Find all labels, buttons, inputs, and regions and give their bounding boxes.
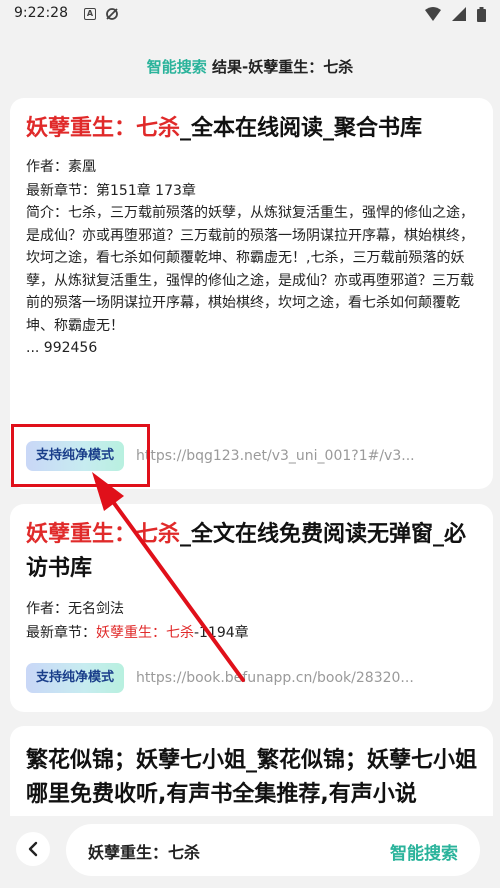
signal-icon (451, 7, 466, 21)
result-author: 作者：素凰 (26, 159, 96, 175)
result-title[interactable]: 繁花似锦；妖孽七小姐_繁花似锦；妖孽七小姐哪里免费收听,有声书全集推荐,有声小说 (26, 744, 477, 812)
title-smart-search: 智能搜索 (146, 58, 207, 76)
wifi-icon (424, 7, 441, 21)
result-latest-chapter: 最新章节：第151章 173章 (26, 183, 196, 199)
search-input[interactable]: 妖孽重生：七杀 智能搜索 (66, 824, 480, 876)
result-url[interactable]: https://bqg123.net/v3_uni_001?1#/v3... (136, 448, 448, 464)
back-button[interactable] (16, 832, 50, 866)
page-title: 智能搜索 结果-妖孽重生：七杀 (0, 56, 500, 77)
result-link-row: 支持纯净模式 https://book.befunapp.cn/book/283… (26, 662, 448, 694)
result-title[interactable]: 妖孽重生：七杀_全文在线免费阅读无弹窗_必访书库 (26, 518, 477, 586)
battery-icon (477, 7, 486, 22)
status-bar: 9:22:28 A (0, 0, 500, 30)
annotation-highlight-box (11, 424, 150, 487)
smart-search-button[interactable]: 智能搜索 (390, 839, 458, 864)
result-author: 作者：无名剑法 (26, 601, 124, 617)
result-title[interactable]: 妖孽重生：七杀_全本在线阅读_聚合书库 (26, 112, 477, 146)
result-url[interactable]: https://book.befunapp.cn/book/28320... (136, 670, 448, 686)
bottom-search-bar: 妖孽重生：七杀 智能搜索 (0, 816, 500, 888)
status-time: 9:22:28 (14, 5, 68, 21)
result-intro: 简介：七杀，三万载前殒落的妖孽，从炼狱复活重生，强悍的修仙之途，是成仙？亦或再堕… (26, 205, 474, 334)
title-result-query: 结果-妖孽重生：七杀 (206, 58, 354, 76)
chevron-left-icon (28, 841, 38, 857)
result-card[interactable]: 妖孽重生：七杀_全文在线免费阅读无弹窗_必访书库 作者：无名剑法 最新章节：妖孽… (10, 504, 493, 712)
result-latest-chapter: 最新章节：妖孽重生：七杀-1194章 (26, 625, 249, 641)
status-right (419, 7, 486, 23)
notification-app-icon (106, 8, 118, 20)
pure-mode-button[interactable]: 支持纯净模式 (26, 663, 125, 693)
result-extra: ... 992456 (26, 340, 98, 356)
search-query: 妖孽重生：七杀 (88, 843, 201, 862)
notification-a-icon: A (84, 8, 96, 20)
